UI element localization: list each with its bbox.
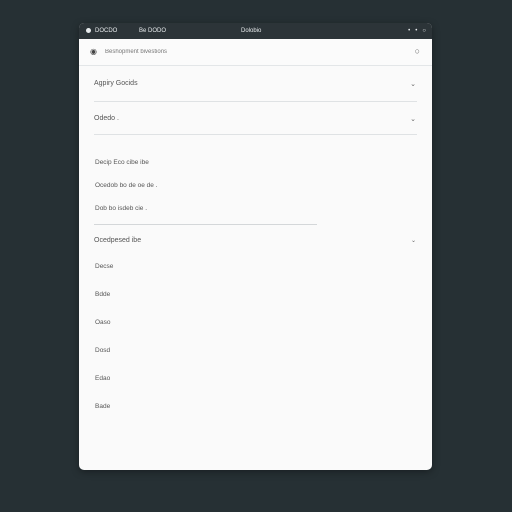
- accordion-section-3[interactable]: Ocedpesed ibe ⌄: [94, 237, 417, 244]
- divider: [94, 134, 417, 135]
- maximize-icon[interactable]: •: [415, 23, 417, 39]
- app-icon: [86, 28, 91, 33]
- list-item[interactable]: Edao: [95, 375, 110, 382]
- list-item[interactable]: Bdde: [95, 291, 110, 298]
- location-pin-icon: ◉: [90, 47, 97, 56]
- minimize-icon[interactable]: •: [408, 23, 410, 39]
- app-name: DOCDO: [95, 28, 118, 34]
- chevron-down-icon[interactable]: ⌄: [410, 115, 416, 123]
- list-item[interactable]: Dosd: [95, 347, 110, 354]
- divider: [94, 101, 417, 102]
- chevron-down-icon[interactable]: ⌄: [410, 80, 416, 88]
- search-icon[interactable]: ○: [415, 46, 420, 56]
- chevron-down-icon[interactable]: ⌄: [411, 237, 416, 244]
- list-item[interactable]: Bade: [95, 403, 110, 410]
- accordion-section-1-label: Agpiry Gocids: [94, 80, 138, 87]
- divider: [94, 224, 317, 225]
- accordion-section-2-label: Odedo .: [94, 115, 119, 122]
- sub-item[interactable]: Dob bo isdeb cie .: [95, 205, 147, 212]
- title-bar: DOCDO Be DODO Dolobio • • ○: [79, 23, 432, 39]
- window-title: Dolobio: [241, 28, 262, 34]
- sub-item[interactable]: Ocedob bo de oe de .: [95, 182, 158, 189]
- search-input[interactable]: [105, 46, 365, 58]
- sub-item[interactable]: Decip Eco cibe ibe: [95, 159, 149, 166]
- accordion-section-1[interactable]: Agpiry Gocids ⌄: [94, 80, 417, 88]
- list-item[interactable]: Oaso: [95, 319, 111, 326]
- app-window: DOCDO Be DODO Dolobio • • ○ ◉ ○ Agpiry G…: [79, 23, 432, 470]
- accordion-section-2[interactable]: Odedo . ⌄: [94, 115, 417, 123]
- window-controls: • • ○: [408, 23, 426, 39]
- search-bar: ◉ ○: [79, 39, 432, 66]
- list-item[interactable]: Decse: [95, 263, 113, 270]
- close-icon[interactable]: ○: [422, 23, 426, 39]
- title-menu[interactable]: Be DODO: [139, 23, 166, 39]
- accordion-section-3-label: Ocedpesed ibe: [94, 237, 142, 244]
